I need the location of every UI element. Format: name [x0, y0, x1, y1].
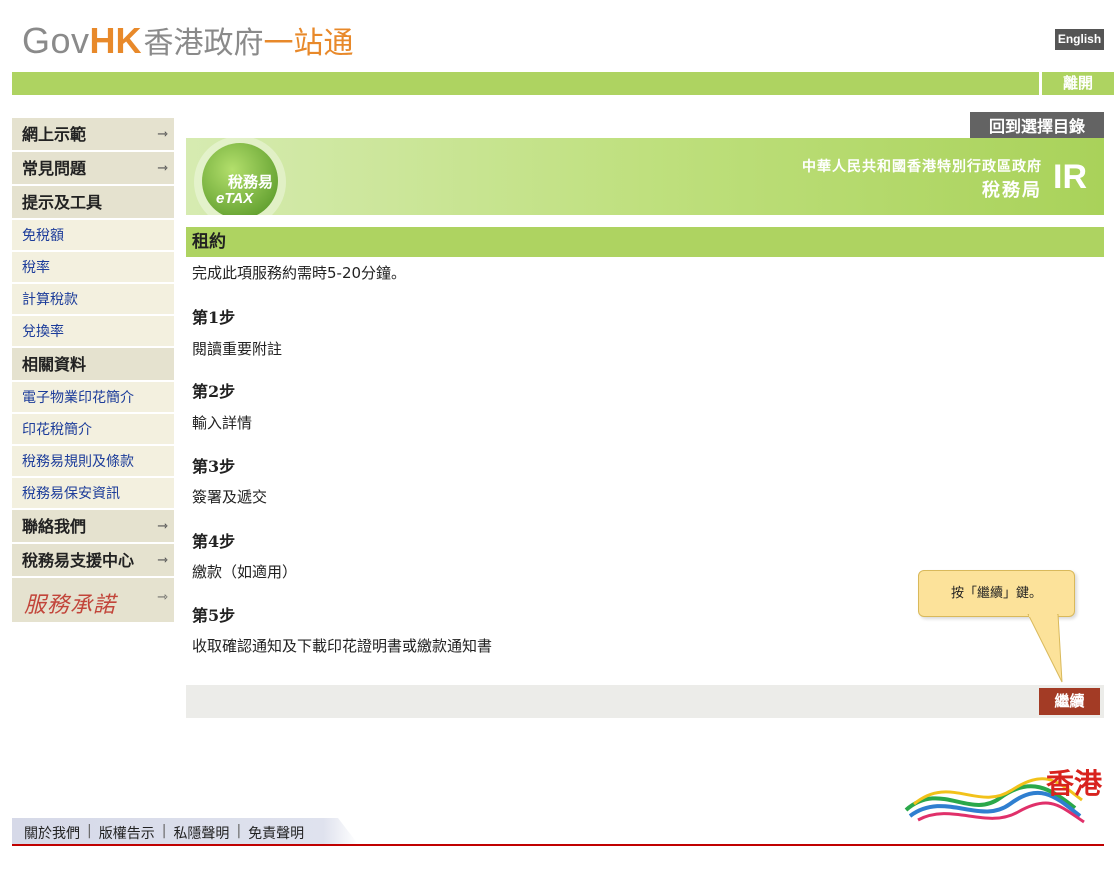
sidebar-item-label: 提示及工具 — [22, 193, 103, 212]
sidebar-item-label: 稅務易支援中心 — [22, 551, 135, 570]
sidebar-item-exchange-rates[interactable]: 兌換率 — [12, 316, 174, 348]
footer-separator: | — [236, 823, 242, 839]
action-bar — [186, 685, 1104, 718]
page-title: 租約 — [186, 227, 1104, 257]
footer-separator: | — [87, 823, 92, 839]
sidebar-item-label: 相關資料 — [22, 355, 87, 374]
step-description: 簽署及遞交 — [192, 488, 268, 506]
step-description: 收取確認通知及下載印花證明書或繳款通知書 — [192, 637, 493, 655]
sidebar-item-label: 常見問題 — [22, 159, 87, 178]
etax-logo-en: eTAX — [216, 190, 254, 207]
sidebar-nav: 網上示範 ⇾ 常見問題 ⇾ 提示及工具 免稅額 稅率 計算稅款 兌換率 相關資料… — [12, 118, 174, 624]
footer-link-disclaimer[interactable]: 免責聲明 — [248, 823, 304, 843]
step-title: 第2步 — [192, 382, 236, 401]
logo-cn-text-2: 一站通 — [263, 26, 354, 61]
english-language-button[interactable]: English — [1055, 29, 1104, 50]
department-government-name: 中華人民共和國香港特別行政區政府 — [802, 159, 1042, 175]
logout-button[interactable]: 離開 — [1042, 72, 1114, 95]
sidebar-item-security-info[interactable]: 稅務易保安資訊 — [12, 478, 174, 510]
arrow-right-icon: ⇾ — [157, 519, 168, 534]
service-pledge-logo: 服務承諾 — [24, 593, 117, 618]
intro-text: 完成此項服務約需時5-20分鐘。 — [192, 264, 407, 282]
sidebar-item-service-pledge[interactable]: 服務承諾 ⇾ — [12, 578, 174, 624]
step-description: 閱讀重要附註 — [192, 340, 283, 358]
brand-hong-kong-logo[interactable]: 香港 — [900, 760, 1104, 830]
arrow-right-icon: ⇾ — [157, 553, 168, 568]
arrow-right-icon: ⇾ — [157, 127, 168, 142]
continue-tooltip: 按「繼續」鍵。 — [918, 570, 1075, 617]
footer-link-privacy[interactable]: 私隱聲明 — [173, 823, 229, 843]
sidebar-item-contact-us[interactable]: 聯絡我們 ⇾ — [12, 510, 174, 544]
step-title: 第4步 — [192, 532, 236, 551]
department-name: 稅務局 — [982, 180, 1042, 201]
sidebar-item-tax-rates[interactable]: 稅率 — [12, 252, 174, 284]
sidebar-heading-tips-tools: 提示及工具 — [12, 186, 174, 220]
tooltip-tail-icon — [1027, 614, 1063, 683]
ird-logo-icon: IR — [1053, 158, 1087, 196]
sidebar-item-label: 網上示範 — [22, 125, 87, 144]
arrow-right-icon: ⇾ — [157, 161, 168, 176]
footer-links: 關於我們 | 版權告示 | 私隱聲明 | 免責聲明 — [24, 823, 304, 843]
footer-link-about-us[interactable]: 關於我們 — [24, 823, 80, 843]
header-green-bar — [12, 72, 1039, 95]
etax-logo-cn: 稅務易 — [228, 173, 274, 191]
step-title: 第5步 — [192, 606, 236, 625]
brand-text: 香港 — [1045, 767, 1102, 800]
step-description: 輸入詳情 — [192, 414, 253, 432]
continue-button[interactable]: 繼續 — [1039, 688, 1100, 715]
logo-hk-text: HK — [89, 20, 142, 61]
sidebar-item-allowances[interactable]: 免稅額 — [12, 220, 174, 252]
govhk-logo[interactable]: Gov HK 香港政府 一站通 — [22, 18, 354, 61]
logo-gov-text: Gov — [22, 20, 90, 61]
footer-separator: | — [161, 823, 167, 839]
footer-link-copyright[interactable]: 版權告示 — [99, 823, 155, 843]
sidebar-item-support-centre[interactable]: 稅務易支援中心 ⇾ — [12, 544, 174, 578]
etax-banner: 稅務易 eTAX 中華人民共和國香港特別行政區政府 稅務局 IR — [186, 138, 1104, 215]
sidebar-item-e-property-stamping[interactable]: 電子物業印花簡介 — [12, 382, 174, 414]
sidebar-item-online-demo[interactable]: 網上示範 ⇾ — [12, 118, 174, 152]
sidebar-item-label: 聯絡我們 — [22, 517, 87, 536]
sidebar-item-stamp-duty[interactable]: 印花稅簡介 — [12, 414, 174, 446]
footer-divider — [12, 844, 1104, 846]
step-title: 第1步 — [192, 308, 236, 327]
sidebar-item-tax-computation[interactable]: 計算稅款 — [12, 284, 174, 316]
arrow-right-icon: ⇾ — [157, 590, 168, 605]
sidebar-heading-related-info: 相關資料 — [12, 348, 174, 382]
step-description: 繳款（如適用） — [192, 563, 298, 581]
sidebar-item-faq[interactable]: 常見問題 ⇾ — [12, 152, 174, 186]
back-to-menu-button[interactable]: 回到選擇目錄 — [970, 112, 1104, 141]
step-title: 第3步 — [192, 457, 236, 476]
sidebar-item-terms-conditions[interactable]: 稅務易規則及條款 — [12, 446, 174, 478]
logo-cn-text-1: 香港政府 — [143, 26, 264, 61]
